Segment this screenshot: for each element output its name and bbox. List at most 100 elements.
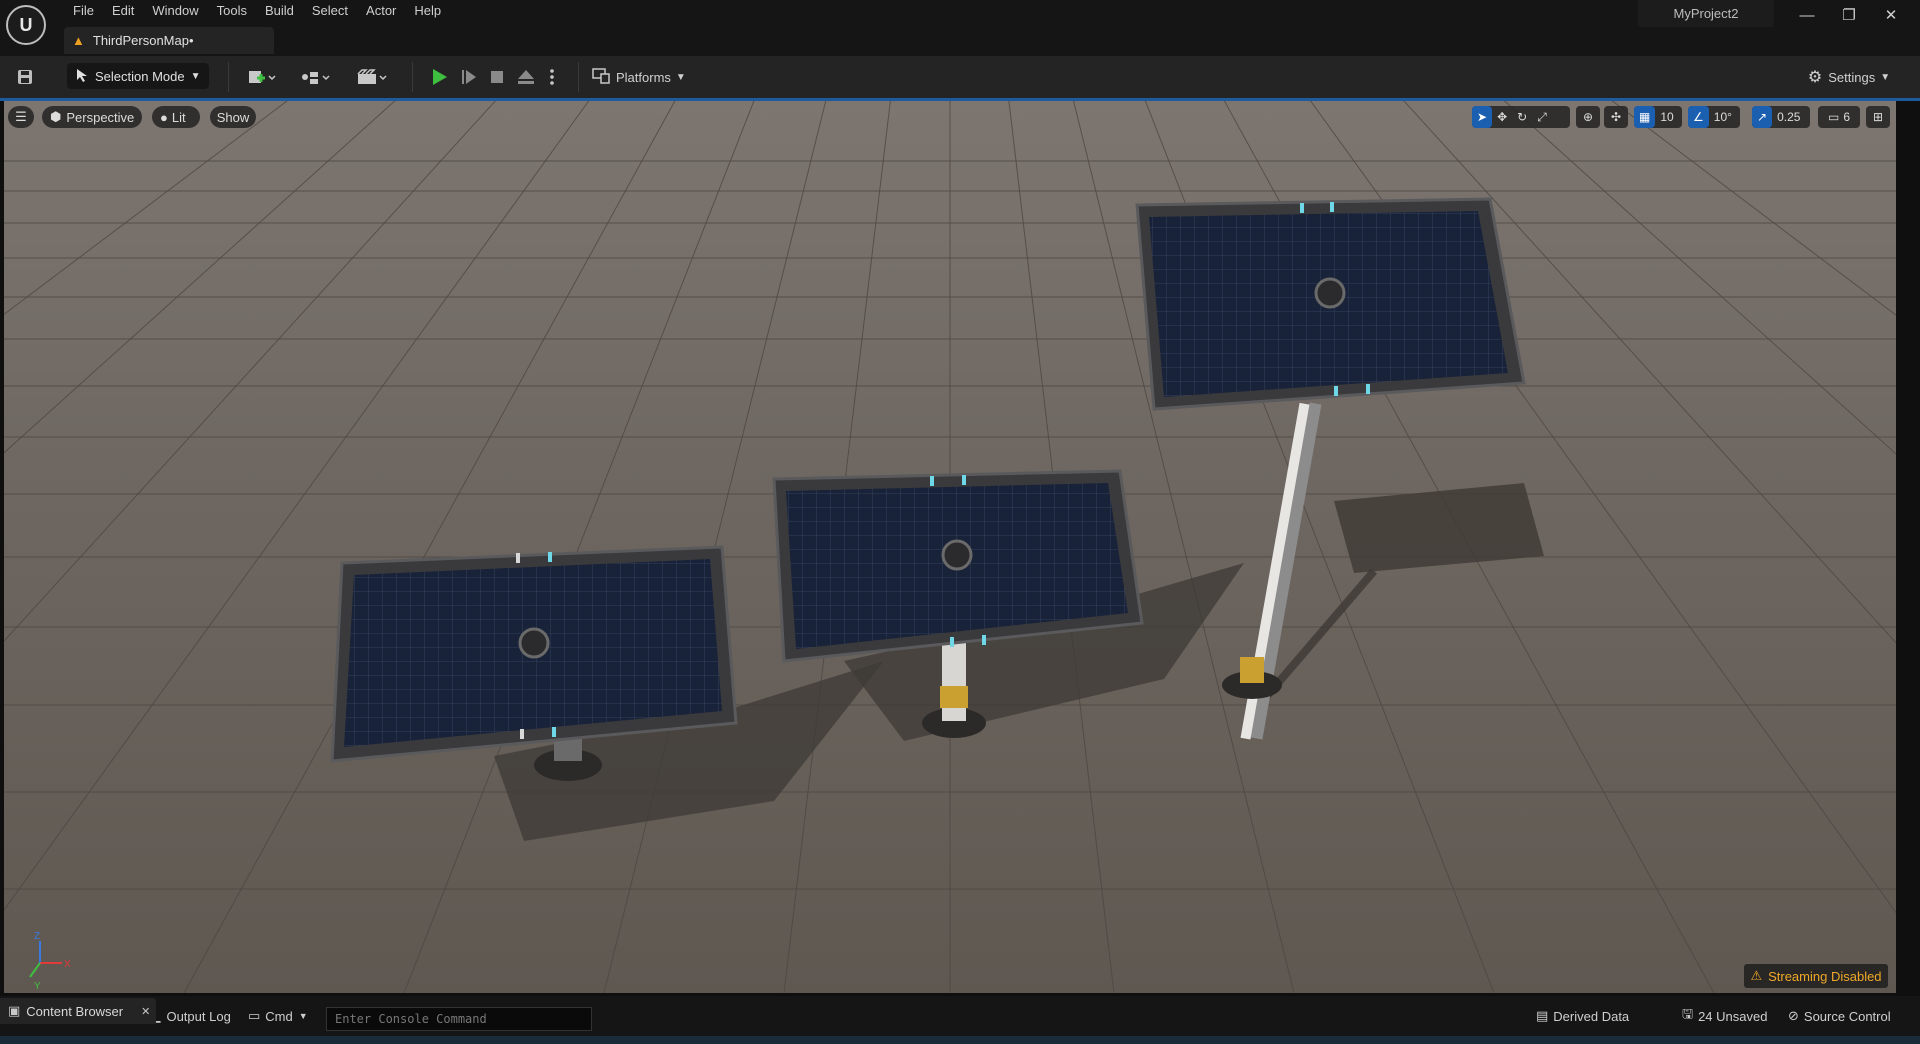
menu-tools[interactable]: Tools xyxy=(208,0,256,22)
derived-data-label: Derived Data xyxy=(1553,1008,1630,1024)
gear-icon: ⚙ xyxy=(1807,69,1823,86)
taskbar-strip xyxy=(0,1036,1920,1044)
content-browser-icon: ▣ xyxy=(8,1003,21,1018)
content-browser-label: Content Browser xyxy=(26,1003,124,1019)
menu-select[interactable]: Select xyxy=(303,0,357,22)
project-name: MyProject2 xyxy=(1638,0,1774,27)
streaming-disabled-label: Streaming Disabled xyxy=(1768,968,1882,984)
source-control-button[interactable]: ⊘ Source Control xyxy=(1788,1003,1891,1029)
settings-label: Settings xyxy=(1828,69,1876,85)
grid-icon: ▦ xyxy=(1634,106,1656,128)
level-tab[interactable]: ▲ ThirdPersonMap• xyxy=(64,27,274,54)
terminal-icon: ▭ xyxy=(248,1008,261,1023)
rotation-snap-toggle[interactable]: ∠ 10° xyxy=(1688,106,1740,128)
chevron-down-icon: ▼ xyxy=(190,70,201,82)
toolbar-divider xyxy=(578,62,579,92)
output-log-label: Output Log xyxy=(166,1008,231,1024)
viewport-menu-button[interactable]: ☰ xyxy=(8,106,34,128)
camera-speed-value: 6 xyxy=(1843,110,1851,124)
menu-edit[interactable]: Edit xyxy=(103,0,143,22)
show-button[interactable]: Show xyxy=(210,106,256,128)
solar-panel-3 xyxy=(1135,197,1526,411)
chevron-down-icon: ▼ xyxy=(675,71,686,83)
axis-y-label: Y xyxy=(34,981,41,992)
blueprint-button[interactable] xyxy=(296,64,336,90)
level-viewport[interactable]: Z X Y xyxy=(4,101,1896,993)
platforms-dropdown[interactable]: Platforms ▼ xyxy=(592,64,692,90)
menu-actor[interactable]: Actor xyxy=(357,0,405,22)
cmd-dropdown[interactable]: ▭ Cmd ▼ xyxy=(248,1003,308,1029)
perspective-label: Perspective xyxy=(66,109,135,125)
lit-button[interactable]: ● Lit xyxy=(152,106,200,128)
angle-icon: ∠ xyxy=(1688,106,1709,128)
selection-mode-dropdown[interactable]: Selection Mode ▼ xyxy=(67,63,209,89)
menu-window[interactable]: Window xyxy=(143,0,207,22)
lit-label: Lit xyxy=(171,109,186,125)
minimize-button[interactable]: — xyxy=(1792,4,1822,26)
selection-mode-label: Selection Mode xyxy=(95,68,185,84)
lit-sphere-icon: ● xyxy=(160,109,168,125)
camera-speed-button[interactable]: ▭ 6 xyxy=(1818,106,1860,128)
content-browser-tab[interactable]: ▣ Content Browser ✕ xyxy=(0,998,156,1024)
move-tool-icon[interactable]: ✥ xyxy=(1497,110,1507,124)
world-local-icon[interactable]: ⊕ xyxy=(1576,106,1600,128)
restore-button[interactable]: ❐ xyxy=(1834,4,1864,26)
close-button[interactable]: ✕ xyxy=(1876,4,1906,26)
cmd-label: Cmd xyxy=(265,1008,293,1024)
derived-data-button[interactable]: ▤ Derived Data xyxy=(1536,1003,1629,1029)
menu-bar: File Edit Window Tools Build Select Acto… xyxy=(64,0,450,22)
rotate-tool-icon[interactable]: ↻ xyxy=(1517,110,1527,124)
camera-icon: ▭ xyxy=(1827,110,1840,124)
unsaved-button[interactable]: 🖫 24 Unsaved xyxy=(1682,1003,1767,1029)
show-label: Show xyxy=(216,109,250,125)
settings-dropdown[interactable]: ⚙ Settings ▼ xyxy=(1804,64,1894,90)
surface-snap-icon[interactable]: ✣ xyxy=(1604,106,1628,128)
unreal-logo-icon[interactable]: U xyxy=(6,5,46,45)
selection-mode-icon xyxy=(75,68,89,85)
perspective-button[interactable]: ⬢ Perspective xyxy=(42,106,142,128)
main-toolbar xyxy=(0,56,1920,98)
viewport-layout-icon[interactable]: ⊞ xyxy=(1866,106,1890,128)
toolbar-divider xyxy=(228,62,229,92)
console-input[interactable]: Enter Console Command xyxy=(326,1007,592,1031)
chevron-down-icon: ▼ xyxy=(298,1011,308,1021)
save-icon[interactable] xyxy=(12,64,38,90)
unsaved-icon: 🖫 xyxy=(1682,1006,1694,1021)
scale-snap-toggle[interactable]: ↗ 0.25 xyxy=(1752,106,1810,128)
add-actor-button[interactable] xyxy=(242,64,282,90)
unsaved-label: 24 Unsaved xyxy=(1698,1008,1768,1024)
level-icon: ▲ xyxy=(72,33,85,48)
source-control-label: Source Control xyxy=(1803,1008,1891,1024)
chevron-down-icon: ▼ xyxy=(1880,71,1891,83)
axis-gizmo: Z X Y xyxy=(29,931,71,992)
more-options-icon[interactable] xyxy=(544,64,560,90)
derived-data-icon: ▤ xyxy=(1536,1008,1549,1023)
axis-z-label: Z xyxy=(34,931,40,942)
platforms-label: Platforms xyxy=(616,69,671,85)
output-log-button[interactable]: ▁ Output Log xyxy=(152,1003,231,1029)
cinematics-button[interactable] xyxy=(352,64,394,90)
viewport-scene: Z X Y xyxy=(4,101,1896,993)
transform-tools: ➤ ✥ ↻ ⤢ xyxy=(1472,106,1570,128)
eject-icon[interactable] xyxy=(512,64,540,90)
grid-snap-toggle[interactable]: ▦ 10 xyxy=(1634,106,1682,128)
select-tool-icon[interactable]: ➤ xyxy=(1472,106,1493,128)
rotation-snap-value: 10° xyxy=(1713,110,1732,124)
streaming-disabled-badge[interactable]: ⚠ Streaming Disabled xyxy=(1744,964,1888,988)
menu-file[interactable]: File xyxy=(64,0,103,22)
menu-help[interactable]: Help xyxy=(405,0,450,22)
level-tab-label: ThirdPersonMap• xyxy=(92,33,194,48)
hamburger-icon: ☰ xyxy=(15,109,27,124)
menu-build[interactable]: Build xyxy=(256,0,303,22)
scale-snap-value: 0.25 xyxy=(1777,110,1801,124)
skip-forward-icon[interactable] xyxy=(456,64,482,90)
grid-snap-value: 10 xyxy=(1660,110,1674,124)
source-control-icon: ⊘ xyxy=(1788,1008,1799,1023)
axis-x-label: X xyxy=(64,959,71,970)
toolbar-divider xyxy=(412,62,413,92)
close-icon[interactable]: ✕ xyxy=(141,1005,150,1018)
scale-tool-icon[interactable]: ⤢ xyxy=(1537,110,1547,125)
warning-icon: ⚠ xyxy=(1750,968,1763,983)
stop-icon[interactable] xyxy=(484,64,510,90)
play-icon[interactable] xyxy=(426,64,452,90)
